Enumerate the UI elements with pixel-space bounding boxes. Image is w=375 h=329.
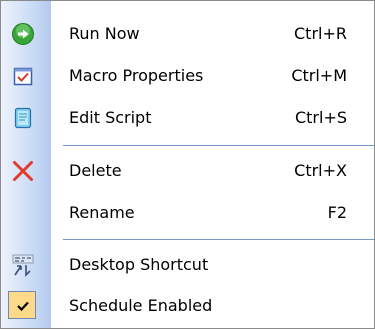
shortcut-text: Ctrl+M [291, 66, 347, 85]
shortcut-text: Ctrl+S [294, 108, 347, 127]
menu-item-delete[interactable]: Delete Ctrl+X [1, 150, 374, 192]
menu-item-rename[interactable]: Rename F2 [1, 192, 374, 234]
shortcut-text: Ctrl+X [294, 161, 347, 180]
menu-item-label: Edit Script [69, 108, 152, 127]
menu-item-label: Rename [69, 203, 135, 222]
menu-separator [63, 145, 374, 146]
menu-item-label: Run Now [69, 24, 140, 43]
menu-item-label: Schedule Enabled [69, 296, 213, 315]
menu-item-schedule-enabled[interactable]: Schedule Enabled [1, 285, 374, 327]
menu-item-label: Desktop Shortcut [69, 255, 209, 274]
menu-item-run-now[interactable]: Run Now Ctrl+R [1, 13, 374, 55]
run-icon [11, 22, 35, 46]
script-icon [11, 106, 35, 130]
menu-item-edit-script[interactable]: Edit Script Ctrl+S [1, 97, 374, 139]
context-menu: Run Now Ctrl+R Macro Properties Ctrl+M E… [0, 0, 375, 329]
delete-icon [11, 159, 35, 183]
menu-item-label: Delete [69, 161, 122, 180]
shortcut-text: Ctrl+R [294, 24, 347, 43]
properties-icon [11, 64, 35, 88]
checkmark-icon [11, 294, 35, 318]
menu-item-label: Macro Properties [69, 66, 204, 85]
menu-separator [63, 239, 374, 240]
menu-item-desktop-shortcut[interactable]: Desktop Shortcut [1, 244, 374, 286]
menu-item-macro-properties[interactable]: Macro Properties Ctrl+M [1, 55, 374, 97]
desktop-shortcut-icon [11, 253, 35, 277]
shortcut-text: F2 [327, 203, 347, 222]
